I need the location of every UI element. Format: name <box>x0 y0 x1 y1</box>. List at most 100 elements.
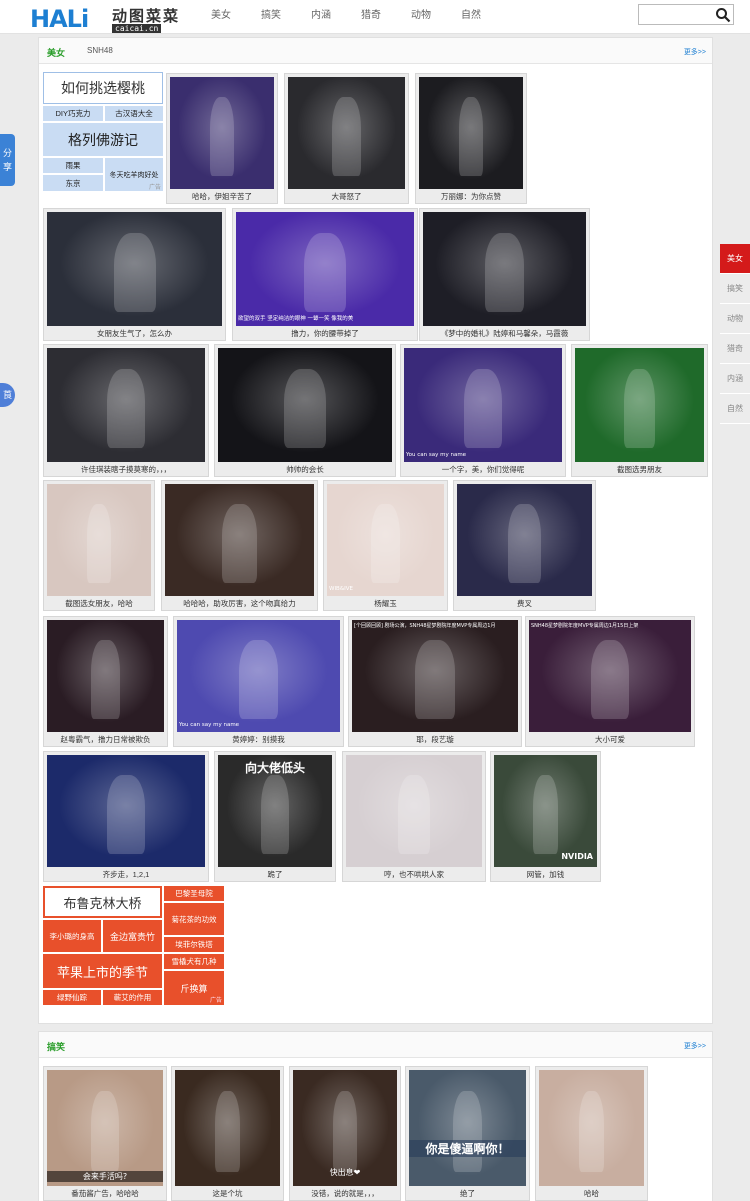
section-subtitle[interactable]: SNH48 <box>87 46 113 55</box>
gif-card[interactable]: 万丽娜：为你点赞 <box>415 73 527 204</box>
gif-caption[interactable]: 哈哈，伊姐辛苦了 <box>167 191 277 202</box>
gif-caption[interactable]: 费叉 <box>454 598 595 609</box>
search-input[interactable] <box>638 4 734 25</box>
bottom-side-tab[interactable]: 莨 <box>0 383 15 407</box>
gif-card[interactable]: You can say my name 黄婷婷：别摸我 <box>173 616 344 747</box>
gif-caption[interactable]: 截图选女朋友，哈哈 <box>44 598 154 609</box>
gif-thumbnail[interactable] <box>218 348 392 462</box>
nav-item-neihan[interactable]: 内涵 <box>296 9 346 23</box>
logo[interactable]: HALi <box>30 6 89 32</box>
ad-link[interactable]: 格列佛游记 <box>43 123 163 156</box>
gif-caption[interactable]: 撸力，你的腰带掉了 <box>233 328 417 339</box>
gif-card[interactable]: 你是傻逼啊你！ 绝了 <box>405 1066 530 1201</box>
gif-caption[interactable]: 跪了 <box>215 869 335 880</box>
right-nav-ziran[interactable]: 自然 <box>720 394 750 424</box>
gif-card[interactable]: WIB&IVE 杨耀玉 <box>323 480 448 611</box>
gif-thumbnail[interactable] <box>47 620 164 732</box>
gif-caption[interactable]: 截图选男朋友 <box>572 464 707 475</box>
gif-thumbnail[interactable]: 快出息❤ <box>293 1070 397 1186</box>
gif-card[interactable]: 大哥怒了 <box>284 73 409 204</box>
gif-card[interactable]: [个回顾回顾] 剧场公演，SNH48星梦剧院年度MVP专属周边1月 耶，段艺璇 <box>348 616 522 747</box>
gif-card[interactable]: 哈哈，伊姐辛苦了 <box>166 73 278 204</box>
gif-caption[interactable]: 一个字，美，你们觉得呢 <box>401 464 565 475</box>
ad-link[interactable]: 苹果上市的季节 <box>43 954 162 988</box>
gif-caption[interactable]: 万丽娜：为你点赞 <box>416 191 526 202</box>
ad-link[interactable]: 东京 <box>43 175 103 191</box>
gif-card[interactable]: 向大佬低头 跪了 <box>214 751 336 882</box>
gif-caption[interactable]: 齐步走，1,2,1 <box>44 869 208 880</box>
nav-item-meinv[interactable]: 美女 <box>196 9 246 23</box>
gif-thumbnail[interactable] <box>175 1070 280 1186</box>
ad-link[interactable]: 布鲁克林大桥 <box>43 886 162 918</box>
gif-thumbnail[interactable] <box>575 348 704 462</box>
gif-thumbnail[interactable] <box>165 484 314 596</box>
gif-thumbnail[interactable]: [个回顾回顾] 剧场公演，SNH48星梦剧院年度MVP专属周边1月 <box>352 620 518 732</box>
ad-link[interactable]: DIY巧克力 <box>43 106 103 121</box>
more-link[interactable]: 更多>> <box>684 47 706 57</box>
gif-card[interactable]: SNH48星梦剧院年度MVP专属周边1月15日上架 大小可爱 <box>525 616 695 747</box>
gif-thumbnail[interactable] <box>419 77 523 189</box>
nav-item-ziran[interactable]: 自然 <box>446 9 496 23</box>
gif-thumbnail[interactable]: 欲望的双手 坚定纯洁的眼神 一颦一笑 像我的美 <box>236 212 414 326</box>
gif-thumbnail[interactable]: WIB&IVE <box>327 484 444 596</box>
section-title[interactable]: 搞笑 <box>47 1040 65 1053</box>
gif-card[interactable]: 女朋友生气了，怎么办 <box>43 208 226 341</box>
right-nav-meinv[interactable]: 美女 <box>720 244 750 274</box>
gif-thumbnail[interactable] <box>47 212 222 326</box>
ad-link[interactable]: 巴黎圣母院 <box>164 886 224 901</box>
gif-card[interactable]: 帅帅的会长 <box>214 344 396 477</box>
gif-thumbnail[interactable] <box>47 484 151 596</box>
gif-caption[interactable]: 哼，也不哄哄人家 <box>343 869 485 880</box>
nav-item-dongwu[interactable]: 动物 <box>396 9 446 23</box>
gif-card[interactable]: 《梦中的婚礼》陆婷和马馨朵，马霞薇 <box>419 208 590 341</box>
gif-caption[interactable]: 赵粤霸气，撸力日常被欺负 <box>44 734 167 745</box>
nav-item-gaoxiao[interactable]: 搞笑 <box>246 9 296 23</box>
ad-link[interactable]: 古汉语大全 <box>105 106 163 121</box>
gif-card[interactable]: 哈哈 <box>535 1066 648 1201</box>
gif-card[interactable]: You can say my name 一个字，美，你们觉得呢 <box>400 344 566 477</box>
gif-caption[interactable]: 没错，说的就是，，， <box>290 1188 400 1199</box>
gif-thumbnail[interactable]: 向大佬低头 <box>218 755 332 867</box>
gif-card[interactable]: 欲望的双手 坚定纯洁的眼神 一颦一笑 像我的美撸力，你的腰带掉了 <box>232 208 418 341</box>
gif-caption[interactable]: 大哥怒了 <box>285 191 408 202</box>
share-tab[interactable]: 分享 <box>0 134 15 186</box>
gif-thumbnail[interactable] <box>170 77 274 189</box>
ad-link[interactable]: 埃菲尔铁塔 <box>164 937 224 952</box>
gif-thumbnail[interactable] <box>47 755 205 867</box>
ad-link[interactable]: 绿野仙踪 <box>43 990 101 1005</box>
ad-link[interactable]: 菊花茶的功效 <box>164 903 224 935</box>
gif-caption[interactable]: 哈哈哈，助攻厉害，这个吻真给力 <box>162 598 317 609</box>
gif-thumbnail[interactable]: 会来手活吗? <box>47 1070 163 1186</box>
gif-card[interactable]: 这是个坑 <box>171 1066 284 1201</box>
gif-thumbnail[interactable]: You can say my name <box>404 348 562 462</box>
gif-card[interactable]: 齐步走，1,2,1 <box>43 751 209 882</box>
ad-link[interactable]: 雨果 <box>43 158 103 173</box>
search-icon[interactable] <box>715 7 731 23</box>
gif-card[interactable]: 许佳琪装瞎子摸莫寒的，，， <box>43 344 209 477</box>
gif-caption[interactable]: 网管，加钱 <box>491 869 600 880</box>
ad-link[interactable]: 金边富贵竹 <box>103 920 162 952</box>
gif-card[interactable]: 截图选男朋友 <box>571 344 708 477</box>
ad-link[interactable]: 蕲艾的作用 <box>103 990 162 1005</box>
gif-caption[interactable]: 帅帅的会长 <box>215 464 395 475</box>
gif-caption[interactable]: 番茄酱广告，哈哈哈 <box>44 1188 166 1199</box>
right-nav-gaoxiao[interactable]: 搞笑 <box>720 274 750 304</box>
gif-thumbnail[interactable]: SNH48星梦剧院年度MVP专属周边1月15日上架 <box>529 620 691 732</box>
section-title[interactable]: 美女 <box>47 46 65 59</box>
gif-caption[interactable]: 许佳琪装瞎子摸莫寒的，，， <box>44 464 208 475</box>
gif-card[interactable]: 会来手活吗? 番茄酱广告，哈哈哈 <box>43 1066 167 1201</box>
gif-thumbnail[interactable] <box>47 348 205 462</box>
gif-thumbnail[interactable] <box>457 484 592 596</box>
gif-caption[interactable]: 《梦中的婚礼》陆婷和马馨朵，马霞薇 <box>420 328 589 339</box>
right-nav-neihan[interactable]: 内涵 <box>720 364 750 394</box>
more-link[interactable]: 更多>> <box>684 1041 706 1051</box>
gif-card[interactable]: 赵粤霸气，撸力日常被欺负 <box>43 616 168 747</box>
gif-thumbnail[interactable]: NVIDIA <box>494 755 597 867</box>
gif-card[interactable]: 截图选女朋友，哈哈 <box>43 480 155 611</box>
gif-thumbnail[interactable] <box>346 755 482 867</box>
gif-thumbnail[interactable] <box>288 77 405 189</box>
ad-link[interactable]: 李小璐的身高 <box>43 920 101 952</box>
gif-thumbnail[interactable] <box>539 1070 644 1186</box>
gif-card[interactable]: 费叉 <box>453 480 596 611</box>
gif-caption[interactable]: 黄婷婷：别摸我 <box>174 734 343 745</box>
